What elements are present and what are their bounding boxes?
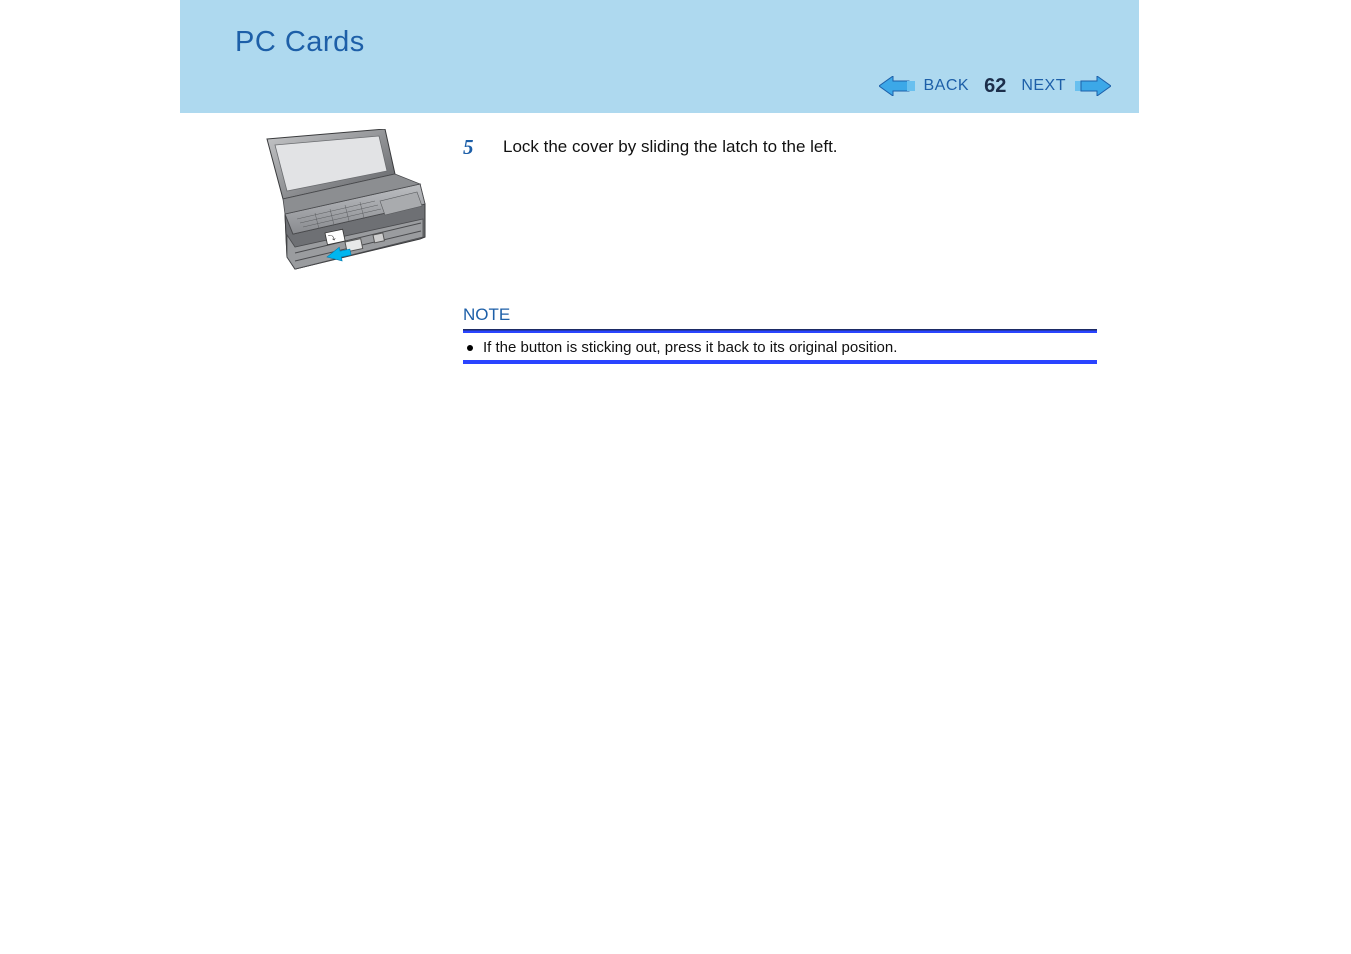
back-button[interactable]: BACK [921, 77, 973, 95]
note-text: If the button is sticking out, press it … [483, 339, 897, 356]
page-title: PC Cards [180, 0, 1139, 59]
next-button[interactable]: NEXT [1018, 77, 1069, 95]
document-page: PC Cards BACK 62 NEXT [180, 0, 1139, 954]
arrow-left-icon[interactable] [879, 76, 915, 96]
note-item: If the button is sticking out, press it … [463, 333, 1097, 360]
content-area: ⤵ 5 Lock the cover by sliding the latch … [180, 113, 1139, 364]
arrow-right-icon[interactable] [1075, 76, 1111, 96]
laptop-illustration: ⤵ [225, 129, 430, 277]
page-number: 62 [978, 75, 1012, 98]
page-header: PC Cards BACK 62 NEXT [180, 0, 1139, 113]
step-number: 5 [463, 135, 503, 160]
step-text: Lock the cover by sliding the latch to t… [503, 135, 838, 157]
note-divider-bottom [463, 360, 1097, 364]
step-row: 5 Lock the cover by sliding the latch to… [463, 127, 1109, 295]
bullet-icon [467, 345, 473, 351]
nav-bar: BACK 62 NEXT [879, 74, 1112, 98]
note-block: NOTE If the button is sticking out, pres… [463, 305, 1097, 364]
note-heading: NOTE [463, 305, 1097, 329]
